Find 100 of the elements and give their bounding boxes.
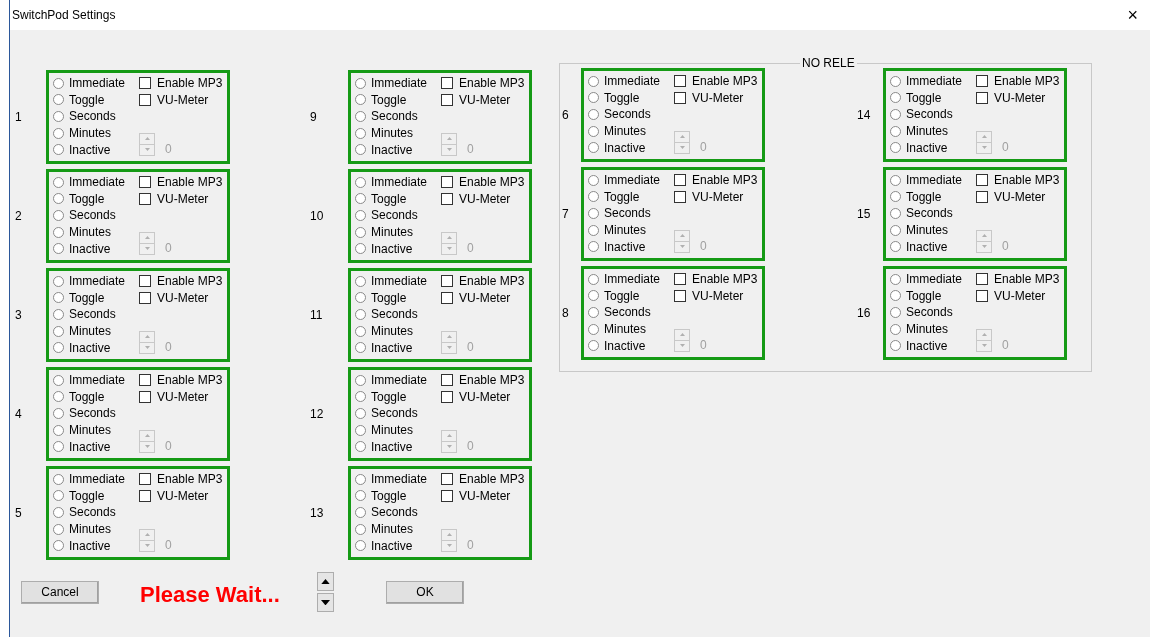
checkbox[interactable] xyxy=(441,93,453,106)
checkbox[interactable] xyxy=(441,374,453,387)
radio-button[interactable] xyxy=(355,490,366,502)
radio-button[interactable] xyxy=(588,208,599,219)
radio-button[interactable] xyxy=(53,342,64,354)
radio-button[interactable] xyxy=(890,92,901,104)
checkbox[interactable] xyxy=(674,174,686,187)
radio-button[interactable] xyxy=(890,142,901,154)
radio-button[interactable] xyxy=(890,273,901,285)
radio-button[interactable] xyxy=(53,441,64,453)
checkbox[interactable] xyxy=(139,291,151,304)
checkbox[interactable] xyxy=(674,273,686,286)
checkbox[interactable] xyxy=(441,489,453,502)
radio-button[interactable] xyxy=(588,273,599,285)
radio-button[interactable] xyxy=(355,408,366,419)
radio-button[interactable] xyxy=(53,193,64,205)
checkbox[interactable] xyxy=(674,190,686,203)
radio-button[interactable] xyxy=(53,523,64,535)
radio-button[interactable] xyxy=(588,241,599,253)
checkbox[interactable] xyxy=(441,275,453,288)
checkbox[interactable] xyxy=(976,289,988,302)
radio-button[interactable] xyxy=(890,224,901,236)
checkbox[interactable] xyxy=(674,75,686,88)
checkbox[interactable] xyxy=(674,91,686,104)
radio-button[interactable] xyxy=(53,226,64,238)
radio-button[interactable] xyxy=(890,208,901,219)
radio-button[interactable] xyxy=(355,111,366,122)
radio-button[interactable] xyxy=(890,174,901,186)
radio-button[interactable] xyxy=(588,290,599,302)
radio-button[interactable] xyxy=(355,243,366,255)
radio-button[interactable] xyxy=(355,540,366,552)
radio-button[interactable] xyxy=(53,408,64,419)
radio-button[interactable] xyxy=(890,125,901,137)
radio-button[interactable] xyxy=(890,307,901,318)
checkbox[interactable] xyxy=(139,77,151,90)
radio-button[interactable] xyxy=(890,323,901,335)
radio-button[interactable] xyxy=(588,307,599,318)
radio-button[interactable] xyxy=(588,109,599,120)
radio-button[interactable] xyxy=(355,391,366,403)
radio-button[interactable] xyxy=(53,507,64,518)
radio-button[interactable] xyxy=(588,142,599,154)
checkbox[interactable] xyxy=(976,190,988,203)
radio-button[interactable] xyxy=(355,292,366,304)
radio-button[interactable] xyxy=(355,523,366,535)
checkbox[interactable] xyxy=(139,473,151,486)
checkbox[interactable] xyxy=(441,176,453,189)
radio-button[interactable] xyxy=(588,323,599,335)
checkbox[interactable] xyxy=(441,390,453,403)
checkbox[interactable] xyxy=(976,273,988,286)
radio-button[interactable] xyxy=(53,292,64,304)
radio-button[interactable] xyxy=(355,94,366,106)
radio-button[interactable] xyxy=(53,374,64,386)
radio-button[interactable] xyxy=(355,374,366,386)
ok-button[interactable]: OK xyxy=(386,580,464,604)
checkbox[interactable] xyxy=(139,275,151,288)
radio-button[interactable] xyxy=(53,473,64,485)
checkbox[interactable] xyxy=(139,489,151,502)
radio-button[interactable] xyxy=(588,125,599,137)
radio-button[interactable] xyxy=(53,144,64,156)
radio-button[interactable] xyxy=(53,77,64,89)
radio-button[interactable] xyxy=(355,424,366,436)
radio-button[interactable] xyxy=(355,342,366,354)
radio-button[interactable] xyxy=(355,473,366,485)
radio-button[interactable] xyxy=(588,340,599,352)
radio-button[interactable] xyxy=(588,191,599,203)
radio-button[interactable] xyxy=(890,191,901,203)
checkbox[interactable] xyxy=(139,374,151,387)
checkbox[interactable] xyxy=(976,75,988,88)
checkbox[interactable] xyxy=(674,289,686,302)
up-button[interactable] xyxy=(317,572,334,591)
radio-button[interactable] xyxy=(355,507,366,518)
cancel-button[interactable]: Cancel xyxy=(21,580,99,604)
radio-button[interactable] xyxy=(53,490,64,502)
radio-button[interactable] xyxy=(890,109,901,120)
radio-button[interactable] xyxy=(53,391,64,403)
radio-button[interactable] xyxy=(53,540,64,552)
down-button[interactable] xyxy=(317,593,334,612)
radio-button[interactable] xyxy=(890,340,901,352)
radio-button[interactable] xyxy=(355,127,366,139)
radio-button[interactable] xyxy=(355,210,366,221)
radio-button[interactable] xyxy=(355,176,366,188)
radio-button[interactable] xyxy=(890,290,901,302)
checkbox[interactable] xyxy=(139,93,151,106)
radio-button[interactable] xyxy=(53,275,64,287)
radio-button[interactable] xyxy=(355,144,366,156)
checkbox[interactable] xyxy=(976,91,988,104)
radio-button[interactable] xyxy=(355,441,366,453)
radio-button[interactable] xyxy=(355,325,366,337)
checkbox[interactable] xyxy=(976,174,988,187)
radio-button[interactable] xyxy=(53,111,64,122)
radio-button[interactable] xyxy=(355,226,366,238)
radio-button[interactable] xyxy=(53,243,64,255)
checkbox[interactable] xyxy=(441,77,453,90)
radio-button[interactable] xyxy=(355,193,366,205)
radio-button[interactable] xyxy=(53,94,64,106)
checkbox[interactable] xyxy=(139,390,151,403)
radio-button[interactable] xyxy=(355,275,366,287)
radio-button[interactable] xyxy=(588,224,599,236)
radio-button[interactable] xyxy=(588,75,599,87)
close-button[interactable]: × xyxy=(1123,4,1142,26)
